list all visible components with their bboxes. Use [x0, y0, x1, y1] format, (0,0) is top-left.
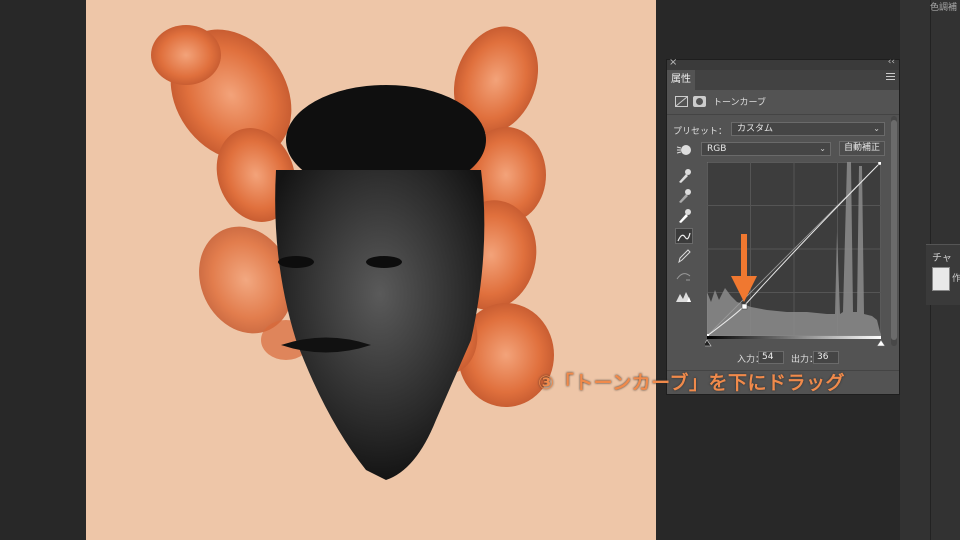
mask-icon[interactable]	[693, 96, 706, 107]
input-slider[interactable]	[705, 336, 885, 348]
panel-tab-bar: 属性	[667, 70, 899, 90]
chevron-down-icon: ⌄	[819, 144, 826, 153]
curves-adjustment-icon[interactable]	[675, 96, 688, 107]
layer-name: 作	[952, 274, 960, 284]
adjustment-title: トーンカーブ	[713, 98, 767, 108]
instruction-caption: ③「トーンカーブ」を下にドラッグ	[538, 372, 845, 394]
curve-point-tool-icon[interactable]	[675, 228, 693, 244]
input-value-field[interactable]: 54	[758, 351, 784, 364]
tab-properties[interactable]: 属性	[667, 70, 695, 90]
portrait-head	[275, 85, 486, 480]
target-adjust-hand-icon[interactable]	[675, 142, 693, 158]
channels-panel: チャン 作	[926, 244, 960, 305]
white-point-slider	[876, 339, 885, 347]
output-value-field[interactable]: 36	[813, 351, 839, 364]
clipping-warning-icon[interactable]	[675, 288, 693, 304]
preset-select[interactable]: カスタム ⌄	[731, 122, 885, 136]
eyedropper-gray-icon[interactable]	[675, 188, 693, 204]
pencil-icon[interactable]	[675, 248, 693, 264]
smooth-curve-icon[interactable]	[675, 268, 693, 284]
document-canvas[interactable]	[86, 0, 656, 540]
panel-scrollbar[interactable]	[891, 116, 897, 346]
eyedropper-white-icon[interactable]	[675, 208, 693, 224]
black-point-slider	[705, 339, 712, 347]
chevron-down-icon: ⌄	[873, 124, 880, 133]
auto-button[interactable]: 自動補正	[839, 141, 885, 156]
layer-thumbnail[interactable]	[932, 267, 950, 291]
collapse-icon[interactable]: ‹‹	[888, 57, 895, 67]
panel-menu-icon[interactable]	[886, 73, 895, 82]
panel-titlebar[interactable]: × ‹‹	[667, 57, 899, 70]
curve-endpoint-white	[877, 162, 881, 166]
preset-label: プリセット：	[673, 127, 728, 137]
down-arrow-annotation	[731, 234, 757, 302]
close-icon[interactable]: ×	[669, 57, 677, 68]
channel-select[interactable]: RGB ⌄	[701, 142, 831, 156]
adjustment-header: トーンカーブ	[667, 90, 899, 115]
properties-panel: × ‹‹ 属性 トーンカーブ プリセット： カスタム ⌄ RGB ⌄ 自動補正	[666, 57, 900, 395]
eyedropper-black-icon[interactable]	[675, 168, 693, 184]
adjustments-tab-label[interactable]: 色調補	[930, 0, 957, 13]
channel-value: RGB	[707, 144, 727, 154]
portrait-artwork	[151, 25, 554, 480]
preset-value: カスタム	[737, 124, 774, 134]
